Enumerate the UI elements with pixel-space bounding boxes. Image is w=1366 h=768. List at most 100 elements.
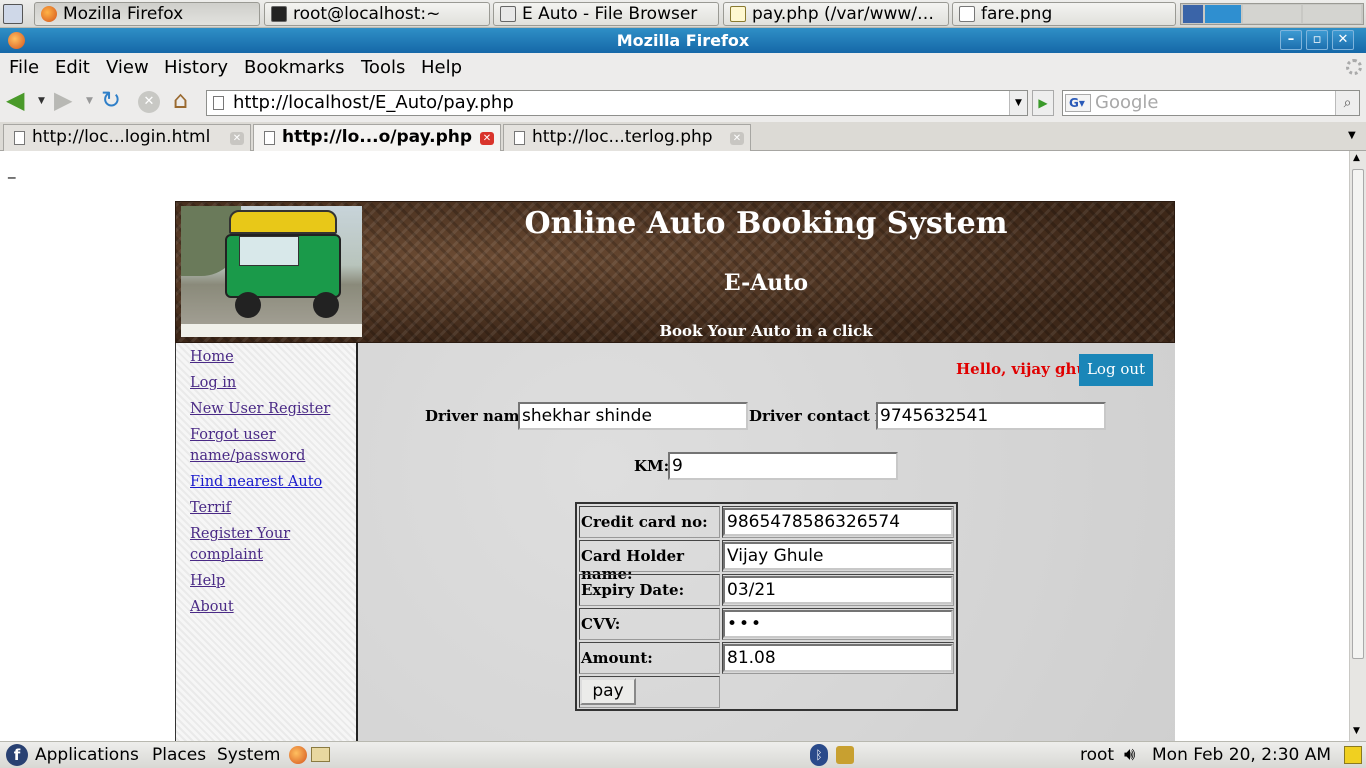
driver-name-field[interactable]: shekhar shinde — [518, 402, 748, 430]
nav-about[interactable]: About — [190, 597, 234, 618]
stop-icon[interactable]: ✕ — [138, 91, 160, 113]
nav-terrif[interactable]: Terrif — [190, 498, 231, 519]
wheel-right — [313, 292, 339, 318]
places-menu[interactable]: Places — [152, 745, 206, 765]
amount-field[interactable]: 81.08 — [723, 644, 953, 672]
menu-edit[interactable]: Edit — [55, 57, 90, 78]
taskbar-firefox[interactable]: Mozilla Firefox — [34, 2, 260, 26]
menu-view[interactable]: View — [106, 57, 149, 78]
vertical-scrollbar[interactable]: ▲ ▼ — [1349, 151, 1366, 741]
expiry-field[interactable]: 03/21 — [723, 576, 953, 604]
url-dropdown-icon[interactable]: ▼ — [1009, 91, 1027, 115]
workspace-3[interactable] — [1243, 5, 1301, 23]
taskbar-text-editor[interactable]: pay.php (/var/www/… — [723, 2, 949, 26]
expiry-label-cell: Expiry Date: — [579, 574, 720, 606]
tab-afterlog[interactable]: http://loc...terlog.php ✕ — [503, 124, 751, 151]
search-bar[interactable]: G▾ Google ⌕ — [1062, 90, 1360, 116]
photo-caption-strip — [181, 324, 362, 337]
nav-register-complaint[interactable]: Register Your complaint — [190, 524, 300, 566]
card-holder-field[interactable]: Vijay Ghule — [723, 542, 953, 570]
scroll-down-icon[interactable]: ▼ — [1353, 726, 1360, 736]
volume-icon[interactable]: 🔊︎ — [1124, 744, 1135, 765]
site-container: Online Auto Booking System E-Auto Book Y… — [175, 201, 1175, 741]
maximize-button[interactable]: ▫ — [1306, 30, 1328, 50]
minimize-button[interactable]: – — [1280, 30, 1302, 50]
taskbar-image[interactable]: fare.png — [952, 2, 1176, 26]
url-bar[interactable]: http://localhost/E_Auto/pay.php ▼ — [206, 90, 1028, 116]
home-icon[interactable]: ⌂ — [173, 88, 188, 112]
notes-icon[interactable] — [1344, 746, 1362, 764]
wheel-left — [235, 292, 261, 318]
workspace-1[interactable] — [1183, 5, 1203, 23]
firefox-launcher-icon[interactable] — [289, 746, 307, 764]
card-holder-value-cell: Vijay Ghule — [722, 540, 954, 572]
close-button[interactable]: ✕ — [1332, 30, 1354, 50]
card-number-field[interactable]: 9865478586326574 — [723, 508, 953, 536]
card-number-label-cell: Credit card no: — [579, 506, 720, 538]
km-label: KM: — [634, 457, 670, 475]
fedora-logo-icon: f — [6, 744, 28, 766]
nav-find-nearest-auto[interactable]: Find nearest Auto — [190, 472, 322, 493]
menu-file[interactable]: File — [9, 57, 39, 78]
nav-help[interactable]: Help — [190, 571, 225, 592]
taskbar-label: fare.png — [981, 4, 1053, 24]
url-text: http://localhost/E_Auto/pay.php — [233, 92, 514, 113]
taskbar-label: pay.php (/var/www/… — [752, 4, 935, 24]
cvv-value-cell: ••• — [722, 608, 954, 640]
expiry-value-cell: 03/21 — [722, 574, 954, 606]
nav-forgot-password[interactable]: Forgot user name/password — [190, 425, 310, 467]
workspace-4[interactable] — [1303, 5, 1361, 23]
scroll-up-icon[interactable]: ▲ — [1353, 153, 1360, 163]
back-history-dropdown[interactable]: ▼ — [38, 96, 45, 106]
tab-close-icon[interactable]: ✕ — [230, 132, 244, 145]
nav-login[interactable]: Log in — [190, 373, 236, 394]
rickshaw-windshield — [239, 236, 299, 266]
forward-icon[interactable]: ▶ — [54, 88, 72, 112]
tab-list-dropdown-icon[interactable]: ▼ — [1348, 130, 1356, 141]
nav-home[interactable]: Home — [190, 347, 234, 368]
taskbar-label: root@localhost:~ — [293, 4, 441, 24]
reload-icon[interactable]: ↻ — [101, 88, 121, 112]
user-name[interactable]: root — [1080, 745, 1114, 765]
search-icon[interactable]: ⌕ — [1335, 91, 1359, 115]
folder-icon — [500, 6, 516, 22]
tab-close-icon[interactable]: ✕ — [730, 132, 744, 145]
throbber-icon — [1346, 59, 1362, 75]
menu-help[interactable]: Help — [421, 57, 462, 78]
workspace-2[interactable] — [1205, 5, 1241, 23]
google-engine-icon[interactable]: G▾ — [1065, 94, 1091, 112]
menu-bookmarks[interactable]: Bookmarks — [244, 57, 345, 78]
taskbar-label: E Auto - File Browser — [522, 4, 698, 24]
menu-tools[interactable]: Tools — [361, 57, 405, 78]
km-field[interactable]: 9 — [668, 452, 898, 480]
site-sidebar: Home Log in New User Register Forgot use… — [175, 343, 358, 741]
cvv-label: CVV: — [581, 615, 621, 633]
tab-pay[interactable]: http://lo...o/pay.php ✕ — [253, 124, 501, 152]
email-launcher-icon[interactable] — [311, 747, 330, 762]
taskbar-terminal[interactable]: root@localhost:~ — [264, 2, 490, 26]
tab-label: http://lo...o/pay.php — [282, 127, 473, 147]
forward-history-dropdown[interactable]: ▼ — [86, 96, 93, 106]
workspace-switcher[interactable] — [1180, 3, 1364, 25]
taskbar-file-browser[interactable]: E Auto - File Browser — [493, 2, 719, 26]
show-desktop-icon[interactable] — [3, 4, 23, 24]
driver-contact-field[interactable]: 9745632541 — [876, 402, 1106, 430]
system-menu[interactable]: System — [217, 745, 280, 765]
go-icon[interactable]: ▶ — [1032, 90, 1054, 116]
cvv-field[interactable]: ••• — [723, 610, 953, 638]
card-number-label: Credit card no: — [581, 513, 708, 531]
nav-new-user-register[interactable]: New User Register — [190, 399, 330, 420]
clock[interactable]: Mon Feb 20, 2:30 AM — [1152, 745, 1331, 765]
pay-button[interactable]: pay — [580, 678, 636, 705]
applications-menu[interactable]: Applications — [35, 745, 139, 765]
logout-button[interactable]: Log out — [1079, 354, 1153, 386]
update-notifier-icon[interactable] — [836, 746, 854, 764]
back-icon[interactable]: ◀ — [6, 88, 24, 112]
scroll-thumb[interactable] — [1352, 169, 1364, 659]
menu-history[interactable]: History — [164, 57, 228, 78]
amount-value-cell: 81.08 — [722, 642, 954, 674]
tab-close-icon[interactable]: ✕ — [480, 132, 494, 145]
search-input[interactable]: Google — [1095, 92, 1158, 114]
bluetooth-icon[interactable]: ᛒ — [810, 744, 828, 766]
tab-login[interactable]: http://loc...login.html ✕ — [3, 124, 251, 151]
